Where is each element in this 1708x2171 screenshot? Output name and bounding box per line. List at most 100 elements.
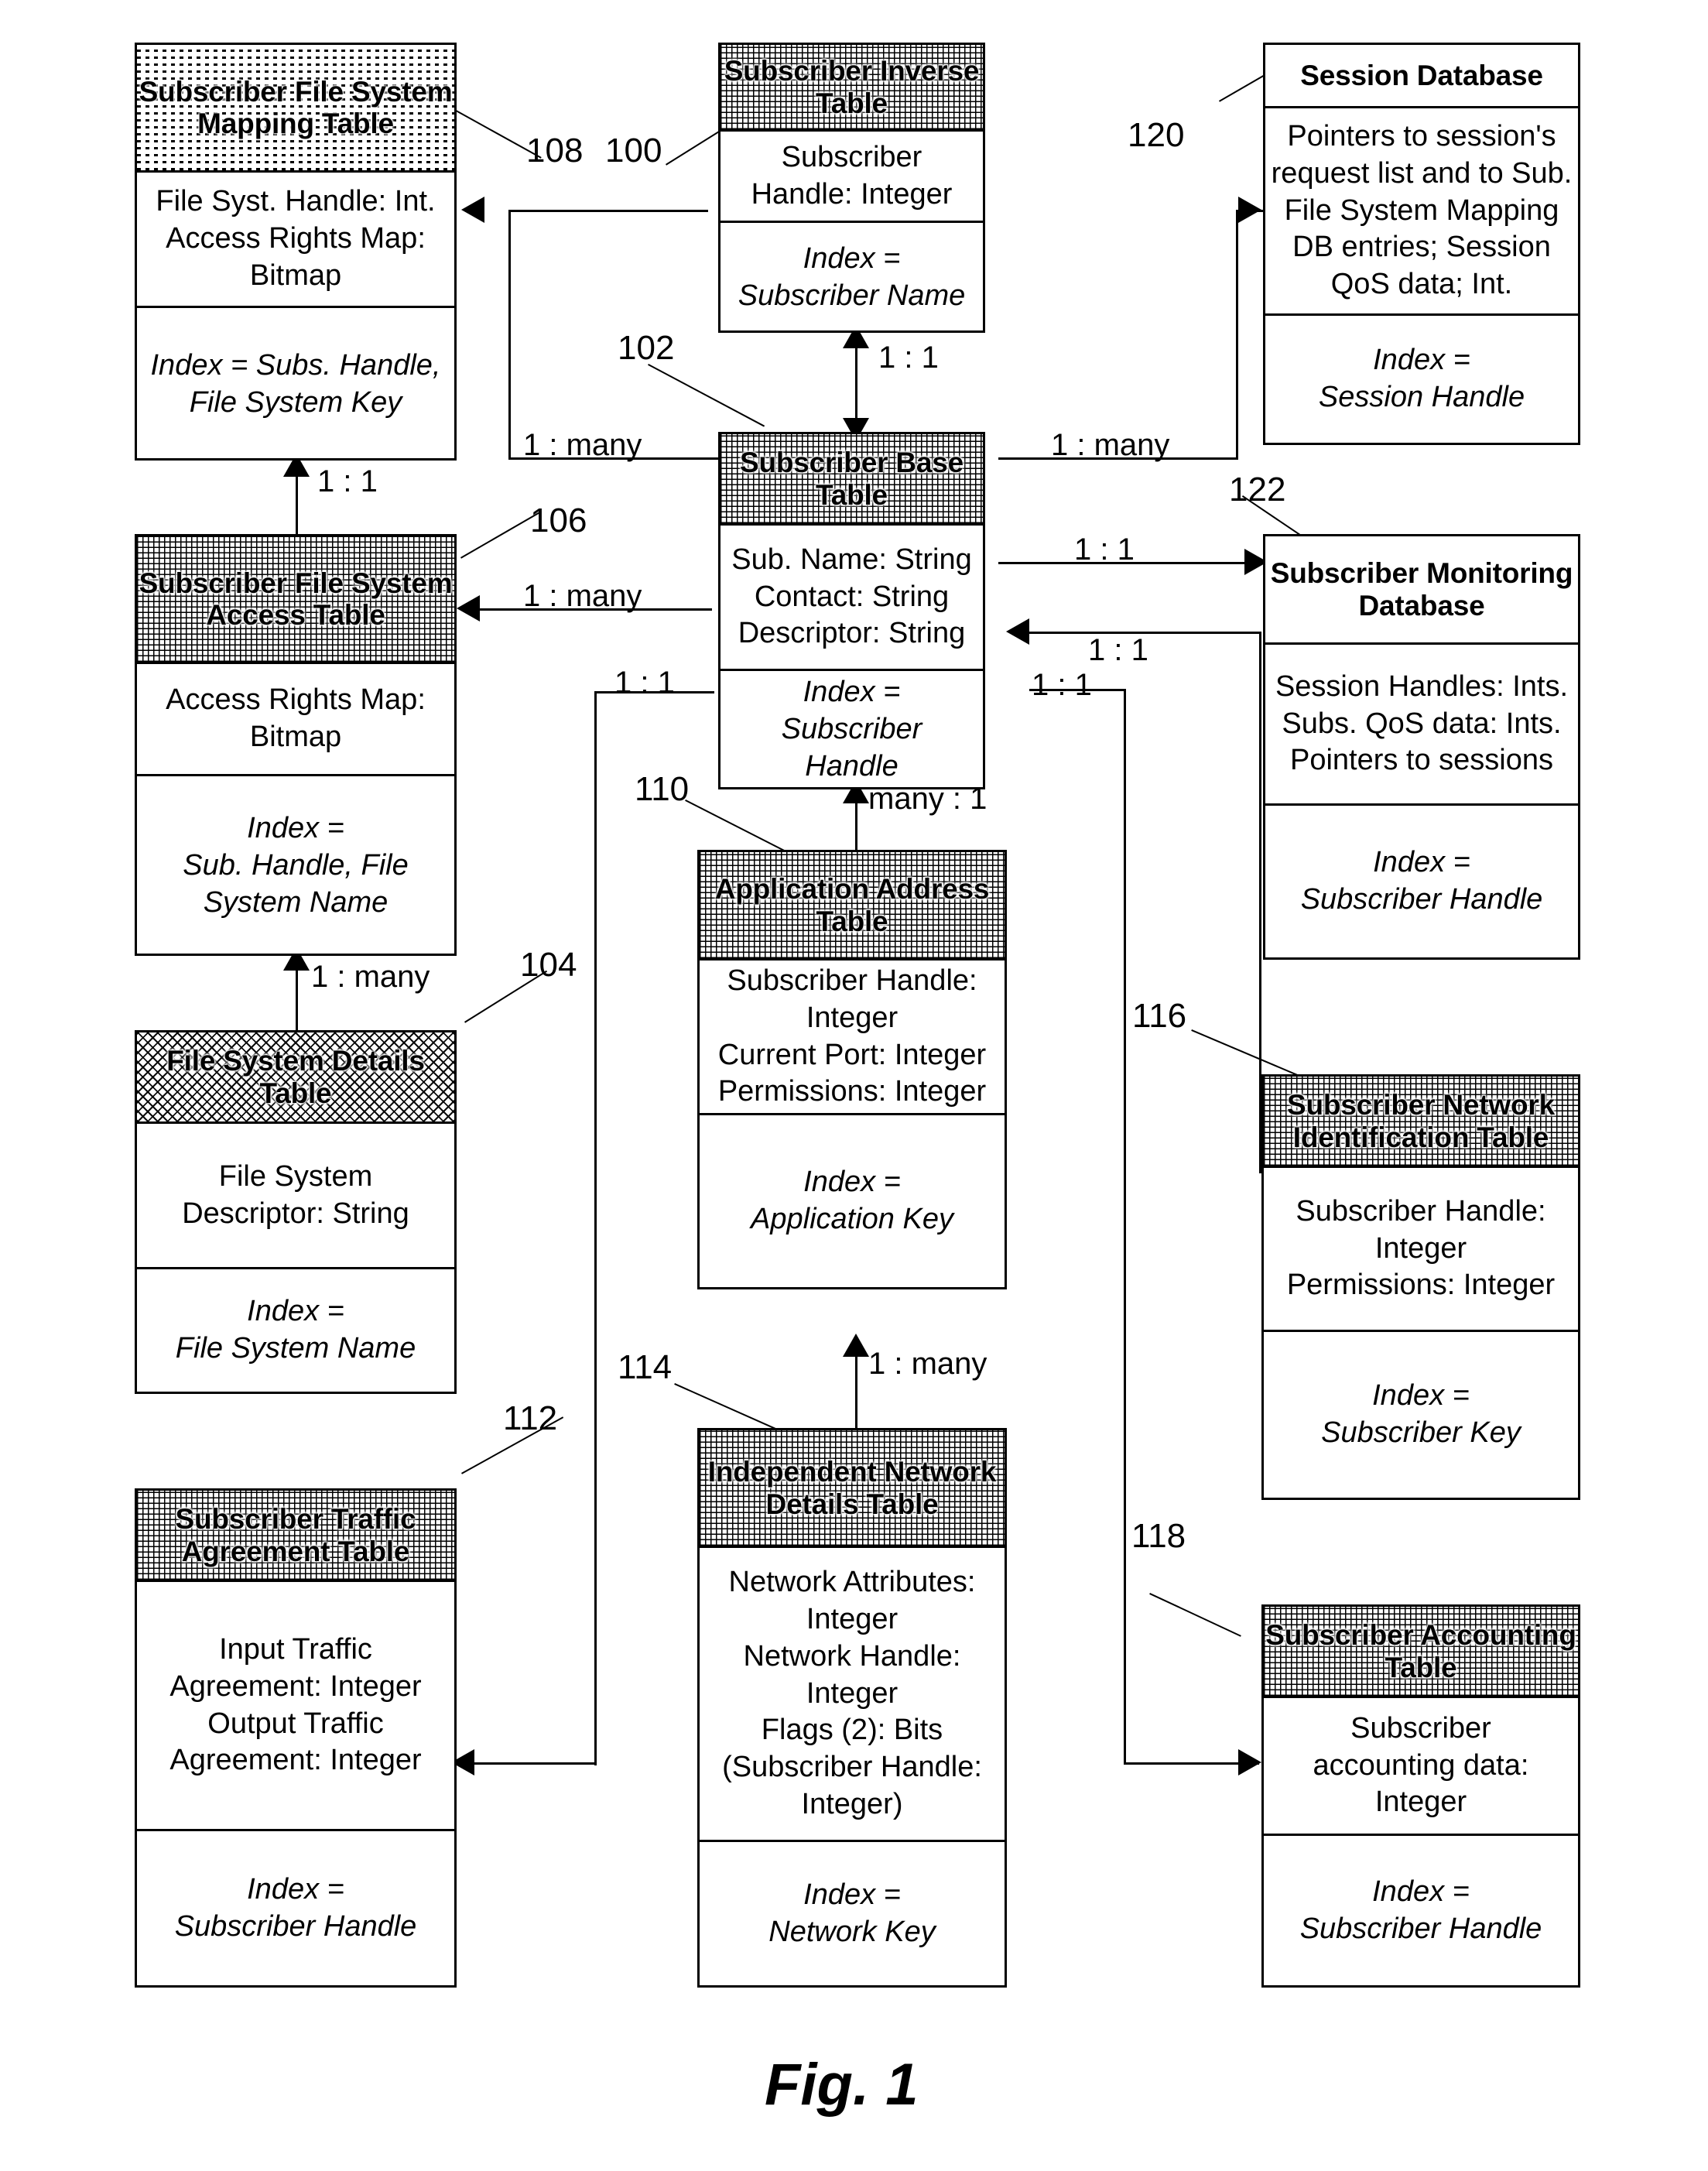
entity-header-traffic-agreement: Subscriber Traffic Agreement Table xyxy=(137,1491,454,1582)
entity-header-session-database: Session Database xyxy=(1265,45,1578,108)
entity-index-independent-network: Index = Network Key xyxy=(700,1842,1005,1985)
entity-title-inverse-table: Subscriber Inverse Table xyxy=(724,55,980,119)
arrowhead-into-mapping-table xyxy=(461,197,484,223)
entity-index-monitoring-db: Index = Subscriber Handle xyxy=(1265,806,1578,957)
index-text-inverse-table: Index = Subscriber Name xyxy=(738,242,966,312)
attr-text-network-identification: Subscriber Handle: Integer Permissions: … xyxy=(1286,1194,1556,1302)
entity-independent-network-details-table[interactable]: Independent Network Details Table Networ… xyxy=(697,1428,1007,1988)
entity-subscriber-inverse-table[interactable]: Subscriber Inverse Table Subscriber Hand… xyxy=(718,43,985,333)
cardinality-base-to-traffic: 1 : 1 xyxy=(614,666,675,700)
entity-attributes-base-table: Sub. Name: String Contact: String Descri… xyxy=(721,526,983,671)
entity-title-traffic-agreement: Subscriber Traffic Agreement Table xyxy=(175,1503,416,1567)
entity-title-accounting-table: Subscriber Accounting Table xyxy=(1265,1619,1576,1683)
entity-title-application-address: Application Address Table xyxy=(714,873,990,937)
index-text-base-table: Index = Subscriber Handle xyxy=(781,676,922,782)
leader-118 xyxy=(1149,1593,1241,1637)
attr-text-independent-network: Network Attributes: Integer Network Hand… xyxy=(722,1565,982,1821)
ref-num-120: 120 xyxy=(1128,116,1185,154)
index-text-traffic-agreement: Index = Subscriber Handle xyxy=(174,1872,417,1943)
attr-text-session-database: Pointers to session's request list and t… xyxy=(1271,119,1573,301)
cardinality-inverse-to-base: 1 : 1 xyxy=(878,341,939,375)
entity-title-network-identification: Subscriber Network Identification Table xyxy=(1287,1089,1555,1153)
ref-num-118: 118 xyxy=(1131,1517,1186,1555)
ref-num-106: 106 xyxy=(530,502,587,539)
entity-index-mapping-table: Index = Subs. Handle, File System Key xyxy=(137,308,454,461)
leader-116 xyxy=(1191,1029,1306,1080)
entity-title-access-table: Subscriber File System Access Table xyxy=(139,567,453,631)
entity-attributes-monitoring-db: Session Handles: Ints. Subs. QoS data: I… xyxy=(1265,645,1578,806)
arrowhead-up-to-app-table xyxy=(843,1334,869,1357)
ref-num-122: 122 xyxy=(1229,471,1286,509)
connector-base-to-mapping-horizontal xyxy=(511,210,708,212)
entity-title-monitoring-db: Subscriber Monitoring Database xyxy=(1270,557,1573,622)
figure-caption: Fig. 1 xyxy=(765,2052,919,2118)
attr-text-accounting-table: Subscriber accounting data: Integer xyxy=(1313,1711,1529,1819)
entity-title-session-database: Session Database xyxy=(1300,59,1543,91)
index-text-mapping-table: Index = Subs. Handle, File System Key xyxy=(150,348,441,419)
cardinality-base-to-access: 1 : many xyxy=(523,579,642,613)
index-text-accounting-table: Index = Subscriber Handle xyxy=(1299,1875,1542,1945)
entity-header-mapping-table: Subscriber File System Mapping Table xyxy=(137,45,454,173)
attr-text-traffic-agreement: Input Traffic Agreement: Integer Output … xyxy=(169,1632,422,1777)
entity-subscriber-traffic-agreement-table[interactable]: Subscriber Traffic Agreement Table Input… xyxy=(135,1488,457,1988)
entity-index-base-table: Index = Subscriber Handle xyxy=(721,671,983,789)
cardinality-base-to-mapping: 1 : many xyxy=(523,428,642,462)
ref-num-114: 114 xyxy=(618,1348,673,1386)
connector-base-to-mapping-vertical xyxy=(508,210,511,460)
index-text-independent-network: Index = Network Key xyxy=(768,1878,936,1948)
cardinality-accounting-to-base: 1 : 1 xyxy=(1032,668,1092,702)
index-text-file-system-details: Index = File System Name xyxy=(175,1295,416,1365)
entity-index-session-database: Index = Session Handle xyxy=(1265,316,1578,443)
entity-attributes-file-system-details: File System Descriptor: String xyxy=(137,1124,454,1269)
cardinality-access-to-details: 1 : many xyxy=(311,960,430,994)
entity-attributes-accounting-table: Subscriber accounting data: Integer xyxy=(1264,1698,1578,1836)
entity-attributes-inverse-table: Subscriber Handle: Integer xyxy=(721,132,983,223)
entity-title-independent-network: Independent Network Details Table xyxy=(707,1456,997,1520)
ref-num-112: 112 xyxy=(503,1399,558,1437)
cardinality-netid-to-base: 1 : 1 xyxy=(1088,633,1148,667)
entity-sub-file-system-mapping-table[interactable]: Subscriber File System Mapping Table Fil… xyxy=(135,43,457,461)
ref-num-116: 116 xyxy=(1132,997,1187,1035)
entity-attributes-network-identification: Subscriber Handle: Integer Permissions: … xyxy=(1264,1168,1578,1332)
entity-header-accounting-table: Subscriber Accounting Table xyxy=(1264,1607,1578,1698)
entity-subscriber-monitoring-database[interactable]: Subscriber Monitoring Database Session H… xyxy=(1263,534,1580,960)
ref-num-110: 110 xyxy=(635,770,690,808)
connector-base-to-traffic-riser xyxy=(594,691,597,1765)
entity-application-address-table[interactable]: Application Address Table Subscriber Han… xyxy=(697,850,1007,1289)
entity-file-system-details-table[interactable]: File System Details Table File System De… xyxy=(135,1030,457,1394)
entity-attributes-application-address: Subscriber Handle: Integer Current Port:… xyxy=(700,961,1005,1115)
ref-num-100: 100 xyxy=(605,132,662,170)
index-text-session-database: Index = Session Handle xyxy=(1318,344,1525,413)
index-text-access-table: Index = Sub. Handle, File System Name xyxy=(183,812,409,919)
arrowhead-into-session-db xyxy=(1238,197,1261,223)
entity-subscriber-network-identification-table[interactable]: Subscriber Network Identification Table … xyxy=(1261,1074,1580,1500)
entity-subscriber-accounting-table[interactable]: Subscriber Accounting Table Subscriber a… xyxy=(1261,1604,1580,1988)
patent-figure-page: 108 100 120 102 106 122 104 110 116 112 … xyxy=(0,0,1708,2171)
entity-index-accounting-table: Index = Subscriber Handle xyxy=(1264,1836,1578,1986)
ref-num-102: 102 xyxy=(618,329,675,367)
connector-base-to-traffic-bottom xyxy=(472,1762,597,1765)
entity-header-base-table: Subscriber Base Table xyxy=(721,434,983,526)
entity-attributes-traffic-agreement: Input Traffic Agreement: Integer Output … xyxy=(137,1582,454,1831)
entity-title-mapping-table: Subscriber File System Mapping Table xyxy=(139,75,453,139)
cardinality-base-to-session: 1 : many xyxy=(1051,428,1170,462)
entity-index-access-table: Index = Sub. Handle, File System Name xyxy=(137,776,454,956)
ref-num-104: 104 xyxy=(520,946,577,984)
connector-accounting-to-base-riser xyxy=(1124,689,1126,1765)
entity-header-access-table: Subscriber File System Access Table xyxy=(137,536,454,664)
attr-text-inverse-table: Subscriber Handle: Integer xyxy=(751,140,953,211)
entity-sub-file-system-access-table[interactable]: Subscriber File System Access Table Acce… xyxy=(135,534,457,956)
entity-header-application-address: Application Address Table xyxy=(700,852,1005,961)
attr-text-application-address: Subscriber Handle: Integer Current Port:… xyxy=(717,964,987,1108)
entity-index-inverse-table: Index = Subscriber Name xyxy=(721,223,983,333)
ref-num-108: 108 xyxy=(526,132,584,170)
entity-subscriber-base-table[interactable]: Subscriber Base Table Sub. Name: String … xyxy=(718,432,985,789)
entity-session-database[interactable]: Session Database Pointers to session's r… xyxy=(1263,43,1580,445)
arrowhead-into-base-from-netid xyxy=(1006,618,1029,645)
entity-index-application-address: Index = Application Key xyxy=(700,1115,1005,1287)
cardinality-apptable-to-network: 1 : many xyxy=(868,1347,987,1381)
index-text-application-address: Index = Application Key xyxy=(751,1166,953,1235)
entity-header-network-identification: Subscriber Network Identification Table xyxy=(1264,1077,1578,1168)
attr-text-base-table: Sub. Name: String Contact: String Descri… xyxy=(731,543,972,650)
attr-text-access-table: Access Rights Map: Bitmap xyxy=(166,683,426,753)
